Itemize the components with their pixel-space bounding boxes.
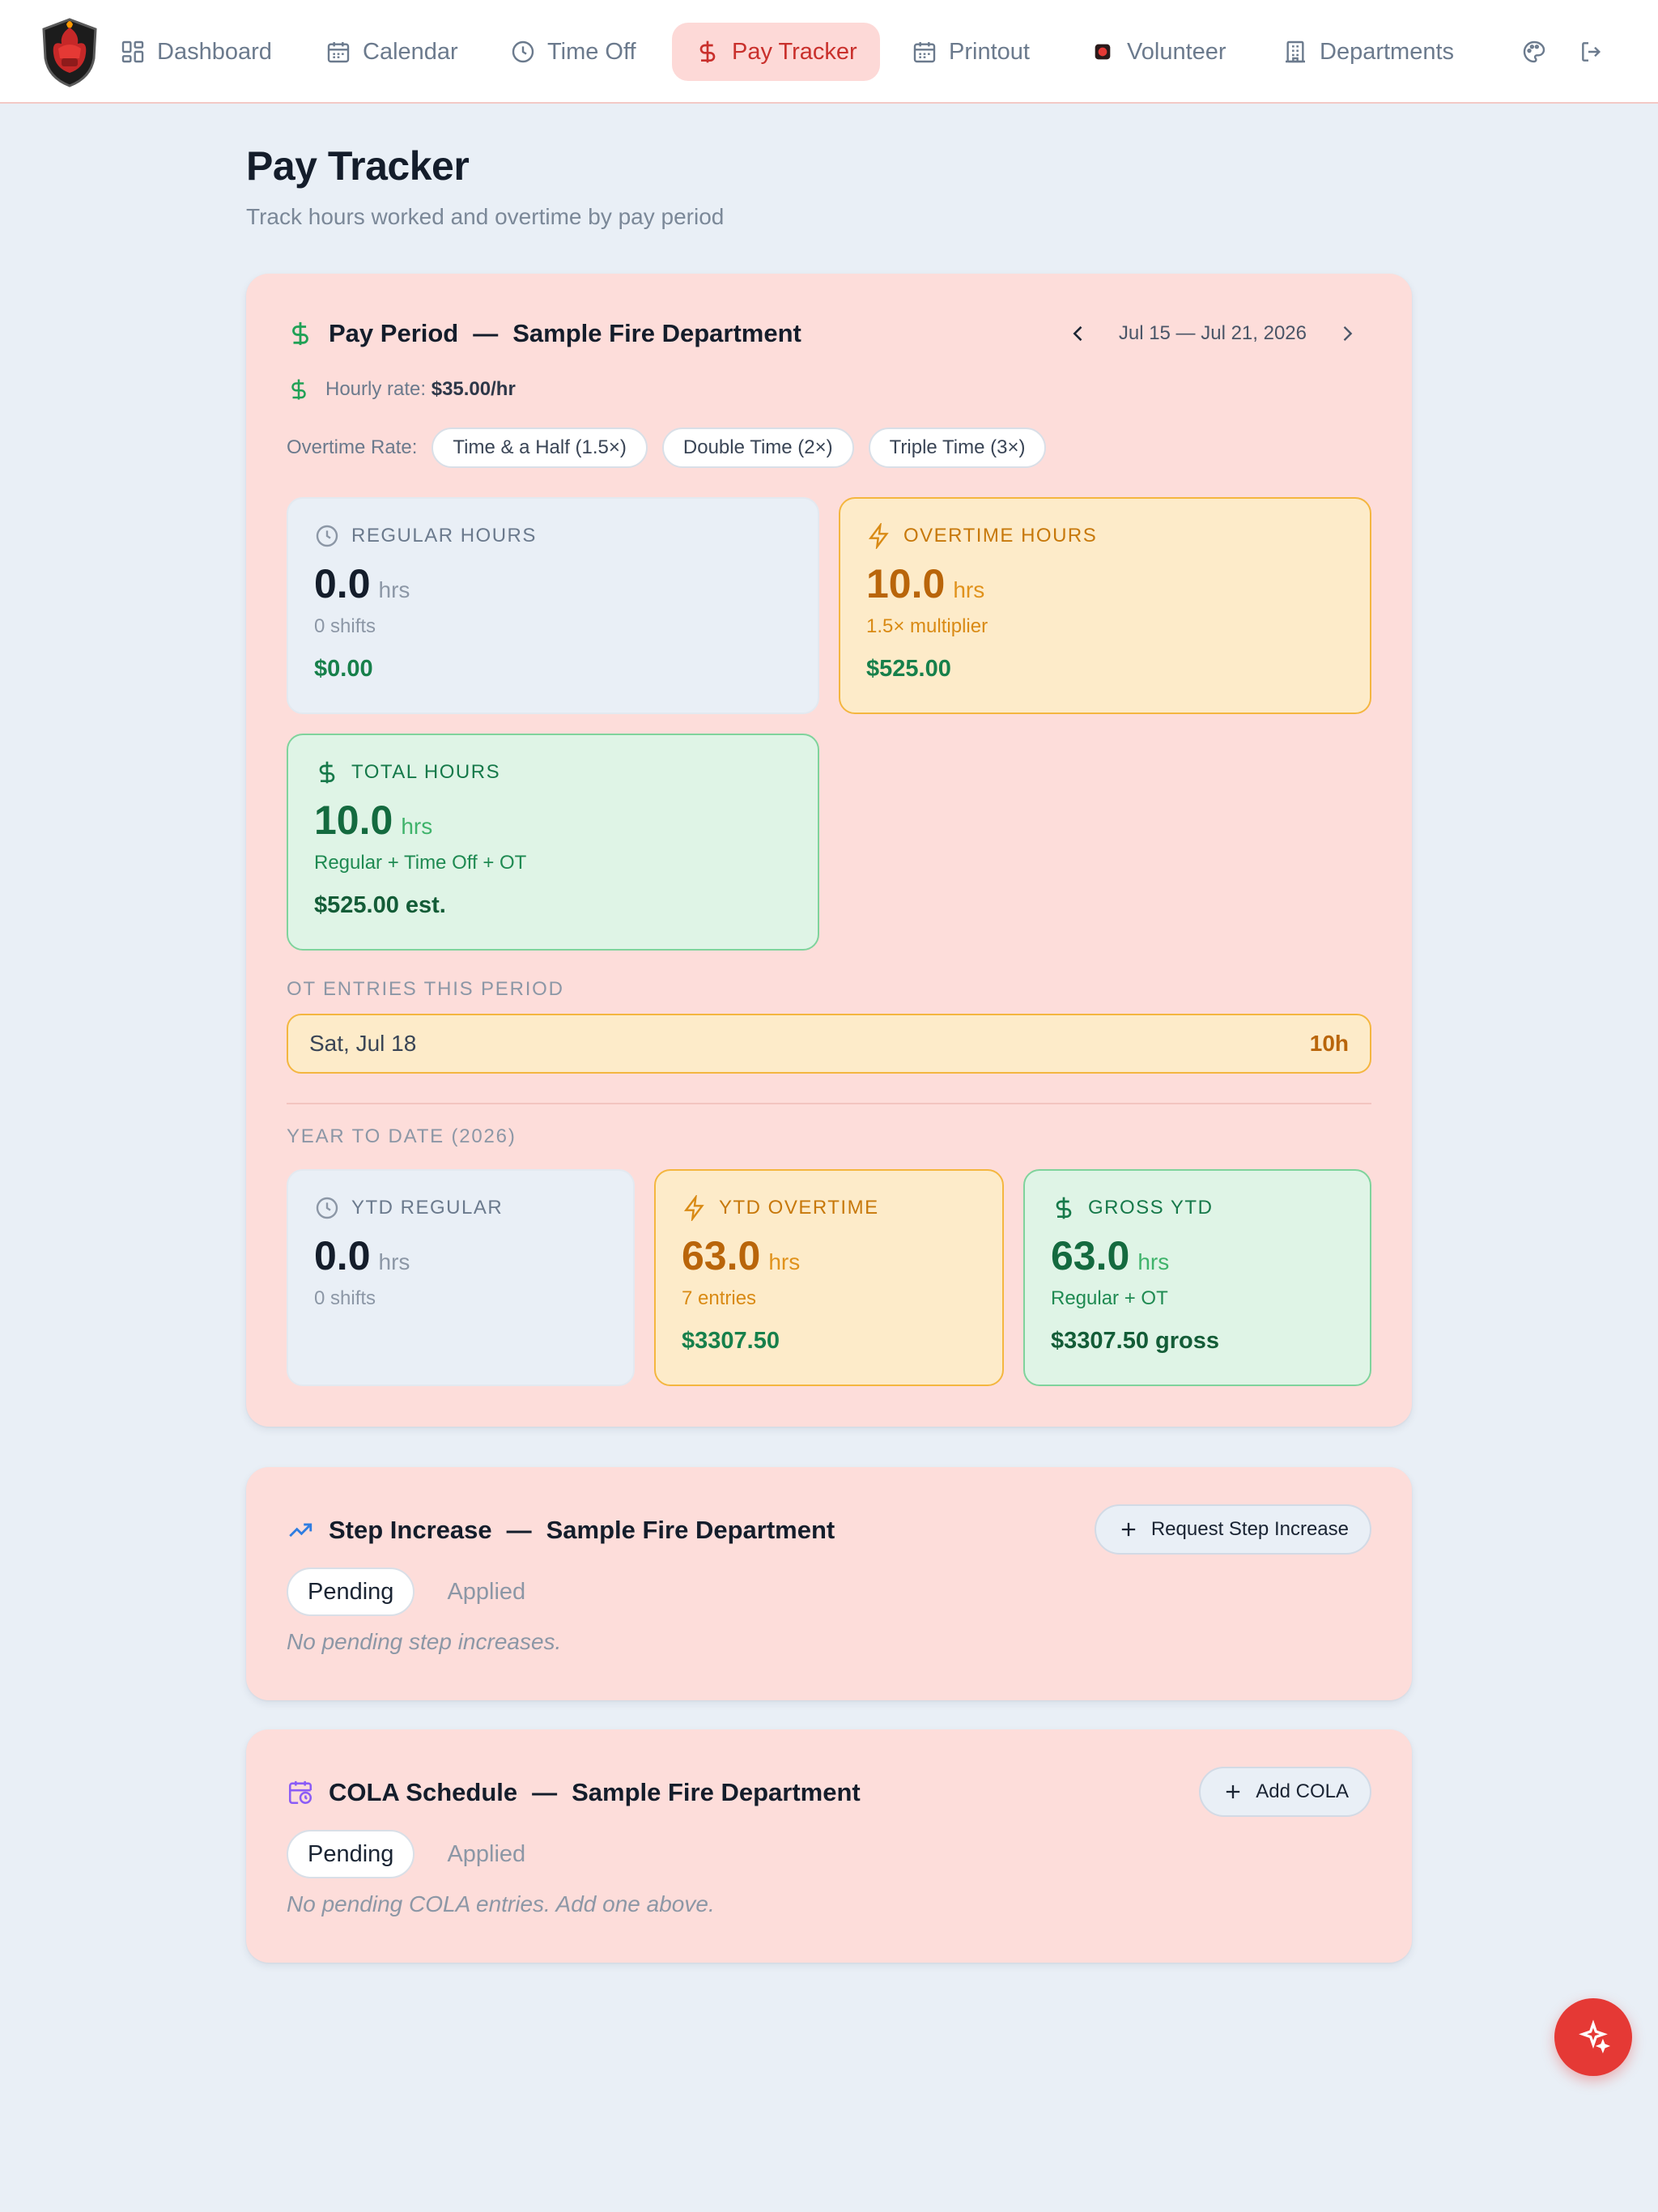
dashboard-icon xyxy=(121,40,144,63)
add-cola-button[interactable]: Add COLA xyxy=(1199,1767,1371,1817)
plus-icon xyxy=(1226,1784,1240,1799)
cola-tabs: Pending Applied xyxy=(287,1830,545,1878)
total-pay-estimate: $525.00 est. xyxy=(314,892,446,918)
nav-item-label: Dashboard xyxy=(157,38,272,65)
nav-item-dashboard[interactable]: Dashboard xyxy=(97,23,295,81)
nav-item-time-off[interactable]: Time Off xyxy=(487,23,659,81)
lightning-icon xyxy=(683,1195,704,1221)
step-increase-tabs: Pending Applied xyxy=(287,1568,545,1616)
previous-period-button[interactable] xyxy=(1065,321,1091,347)
ytd-regular-card: YTD Regular 0.0 hrs 0 shifts xyxy=(287,1169,635,1386)
nav-item-label: Time Off xyxy=(547,38,636,65)
nav-item-volunteer[interactable]: Volunteer xyxy=(1067,23,1249,81)
ytd-overtime-card: YTD Overtime 63.0 hrs 7 entries $3307.50 xyxy=(654,1169,1004,1386)
ytd-overtime-value: 63.0 xyxy=(682,1233,761,1278)
calendar-icon xyxy=(913,42,936,63)
overtime-hours-value: 10.0 xyxy=(866,561,946,606)
period-navigator: Jul 15 — Jul 21, 2026 xyxy=(1065,321,1360,347)
total-hours-value: 10.0 xyxy=(314,798,393,843)
step-increase-title: Step Increase — Sample Fire Department xyxy=(287,1516,835,1545)
dollar-icon xyxy=(291,379,306,400)
dollar-icon xyxy=(319,761,335,784)
tab-pending[interactable]: Pending xyxy=(287,1568,415,1616)
hourly-rate-value: $35.00/hr xyxy=(431,378,516,400)
period-range: Jul 15 — Jul 21, 2026 xyxy=(1118,322,1307,344)
ot-option-double-time[interactable]: Double Time (2×) xyxy=(661,428,854,468)
nav-item-printout[interactable]: Printout xyxy=(889,23,1052,81)
trending-up-icon xyxy=(289,1523,312,1538)
tab-pending[interactable]: Pending xyxy=(287,1830,415,1878)
ot-entries-label: OT Entries This Period xyxy=(287,978,564,1000)
pay-period-card: Pay Period — Sample Fire Department Jul … xyxy=(246,274,1412,1427)
overtime-rate-label: Overtime Rate: xyxy=(287,436,418,458)
clock-icon xyxy=(316,1197,338,1219)
palette-icon xyxy=(1523,40,1545,63)
ytd-overtime-pay: $3307.50 xyxy=(682,1328,780,1354)
gross-ytd-value: 63.0 xyxy=(1051,1233,1130,1278)
theme-palette-button[interactable] xyxy=(1518,36,1550,68)
fire-department-logo[interactable] xyxy=(37,16,102,87)
divider xyxy=(287,1103,1371,1104)
regular-pay: $0.00 xyxy=(314,656,373,682)
tab-applied[interactable]: Applied xyxy=(427,1830,545,1878)
nav-item-label: Calendar xyxy=(363,38,458,65)
cola-schedule-card: COLA Schedule — Sample Fire Department A… xyxy=(246,1729,1412,1963)
clock-icon xyxy=(316,525,338,547)
logout-button[interactable] xyxy=(1575,36,1608,68)
lightning-icon xyxy=(868,523,889,549)
tab-applied[interactable]: Applied xyxy=(427,1568,545,1616)
ytd-label: Year to Date (2026) xyxy=(287,1125,517,1147)
nav-item-departments[interactable]: Departments xyxy=(1260,23,1477,81)
dollar-icon xyxy=(699,40,716,63)
page-subtitle: Track hours worked and overtime by pay p… xyxy=(246,204,725,229)
nav-item-label: Printout xyxy=(949,38,1030,65)
overtime-rate-selector: Overtime Rate: Time & a Half (1.5×) Doub… xyxy=(287,428,1047,468)
ot-entry-date: Sat, Jul 18 xyxy=(309,1031,417,1056)
nav-item-label: Departments xyxy=(1320,38,1455,65)
sparkle-icon xyxy=(1579,2019,1611,2054)
chevron-left-icon xyxy=(1073,325,1082,342)
dollar-icon xyxy=(1056,1197,1072,1219)
clock-icon xyxy=(512,40,534,63)
overtime-hours-card: Overtime Hours 10.0 hrs 1.5× multiplier $… xyxy=(839,497,1371,714)
ot-entry-hours: 10h xyxy=(1309,1031,1349,1056)
request-step-increase-button[interactable]: Request Step Increase xyxy=(1094,1504,1371,1555)
nav-item-pay-tracker[interactable]: Pay Tracker xyxy=(672,23,880,81)
empty-state: No pending COLA entries. Add one above. xyxy=(287,1891,715,1916)
cola-title: COLA Schedule — Sample Fire Department xyxy=(287,1778,861,1807)
volunteer-badge-icon xyxy=(1095,44,1111,60)
top-nav: Dashboard Calendar Time Off Pay Tracker … xyxy=(0,0,1658,104)
chevron-right-icon xyxy=(1343,326,1353,341)
ai-assistant-button[interactable] xyxy=(1554,1998,1632,2076)
calendar-icon xyxy=(327,42,350,63)
plus-icon xyxy=(1121,1522,1136,1537)
dollar-icon xyxy=(292,321,308,346)
gross-ytd-pay: $3307.50 gross xyxy=(1051,1328,1219,1354)
regular-hours-value: 0.0 xyxy=(314,561,371,606)
calendar-clock-icon xyxy=(288,1780,312,1805)
nav-item-label: Volunteer xyxy=(1127,38,1226,65)
logout-icon xyxy=(1582,42,1601,62)
page-title: Pay Tracker xyxy=(246,143,470,189)
nav-item-calendar[interactable]: Calendar xyxy=(303,23,481,81)
ot-option-time-and-half[interactable]: Time & a Half (1.5×) xyxy=(432,428,648,468)
gross-ytd-card: Gross YTD 63.0 hrs Regular + OT $3307.50 … xyxy=(1023,1169,1371,1386)
total-hours-card: Total Hours 10.0 hrs Regular + Time Off +… xyxy=(287,734,819,951)
overtime-pay: $525.00 xyxy=(866,656,951,682)
pay-period-title: Pay Period — Sample Fire Department xyxy=(287,319,801,348)
ot-option-triple-time[interactable]: Triple Time (3×) xyxy=(868,428,1047,468)
hourly-rate: Hourly rate: $35.00/hr xyxy=(287,377,516,402)
ot-entry-row[interactable]: Sat, Jul 18 10h xyxy=(287,1014,1371,1074)
ytd-regular-value: 0.0 xyxy=(314,1233,371,1278)
building-icon xyxy=(1286,40,1305,63)
next-period-button[interactable] xyxy=(1334,321,1360,347)
nav-item-label: Pay Tracker xyxy=(732,38,857,65)
regular-hours-card: Regular Hours 0.0 hrs 0 shifts $0.00 xyxy=(287,497,819,714)
empty-state: No pending step increases. xyxy=(287,1629,562,1654)
step-increase-card: Step Increase — Sample Fire Department R… xyxy=(246,1467,1412,1700)
